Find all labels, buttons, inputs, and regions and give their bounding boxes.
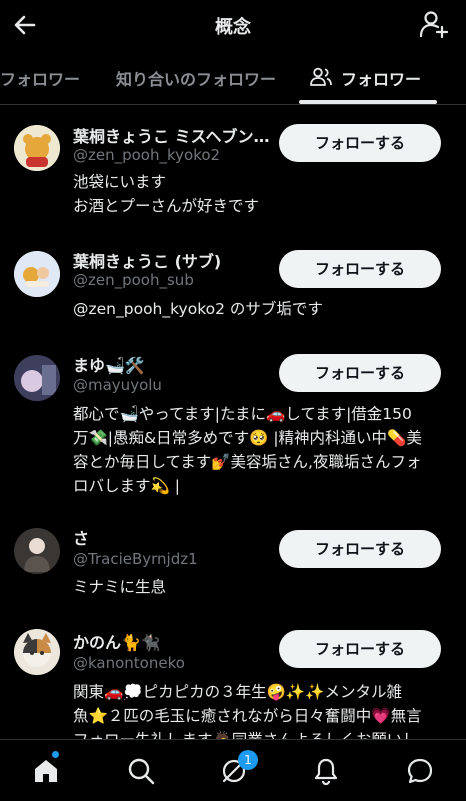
avatar[interactable]: [14, 629, 60, 675]
bio-line: ミナミに生息: [73, 578, 167, 596]
tab-followers-partial[interactable]: フォロワー: [0, 66, 80, 90]
avatar[interactable]: [14, 251, 60, 297]
add-user-icon[interactable]: [418, 8, 450, 40]
bio-line: 万💸|愚痴&日常多めです🥺 |精神内科通い中💊美: [73, 429, 422, 447]
bottom-nav: 1: [0, 739, 466, 801]
list-item[interactable]: 葉桐きょうこ ミスヘブン… @zen_pooh_kyoko2 フォローする 池袋…: [0, 105, 466, 227]
list-item[interactable]: 葉桐きょうこ (サブ) @zen_pooh_sub フォローする @zen_po…: [0, 231, 466, 335]
follow-button[interactable]: フォローする: [279, 124, 441, 162]
followers-list: 葉桐きょうこ ミスヘブン… @zen_pooh_kyoko2 フォローする 池袋…: [0, 105, 466, 739]
user-bio: @zen_pooh_kyoko2 のサブ垢です: [73, 297, 459, 321]
bio-line: 池袋にいます: [73, 173, 167, 191]
user-name: かのん🐈🐈‍⬛: [73, 633, 161, 652]
follow-button[interactable]: フォローする: [279, 630, 441, 668]
user-handle: @kanontoneko: [73, 654, 185, 672]
search-icon[interactable]: [126, 756, 156, 786]
people-icon: [310, 67, 332, 86]
tab-known-followers[interactable]: 知り合いのフォロワー: [116, 66, 276, 90]
bio-line: 関東🚗💭ピカピカの３年生🤪✨✨メンタル雑: [73, 683, 402, 701]
notification-badge: 1: [238, 750, 258, 770]
bio-line: 都心で🛁やってます|たまに🚗してます|借金150: [73, 405, 412, 423]
user-handle: @TracieByrnjdz1: [73, 550, 198, 568]
user-bio: 都心で🛁やってます|たまに🚗してます|借金150 万💸|愚痴&日常多めです🥺 |…: [73, 402, 459, 498]
user-bio: 関東🚗💭ピカピカの３年生🤪✨✨メンタル雑 魚⭐２匹の毛玉に癒されながら日々奮闘中…: [73, 680, 459, 739]
avatar[interactable]: [14, 125, 60, 171]
bio-line: 容とか毎日してます💅美容垢さん,夜職垢さんフォ: [73, 453, 422, 471]
user-name: 葉桐きょうこ (サブ): [73, 252, 222, 271]
person-avatar-icon: [14, 355, 60, 401]
avatar[interactable]: [14, 528, 60, 574]
user-handle: @mayuyolu: [73, 376, 162, 394]
bio-line: フォロー失礼します🙇同業さんよろしくお願いし: [73, 728, 459, 739]
tab-followers[interactable]: フォロワー: [341, 66, 421, 90]
user-handle: @zen_pooh_sub: [73, 271, 194, 289]
page-title: 概念: [215, 17, 251, 38]
bio-line: @zen_pooh_kyoko2 のサブ垢です: [73, 300, 323, 318]
top-bar: 概念: [0, 0, 466, 50]
list-item[interactable]: さ @TracieByrnjdz1 フォローする ミナミに生息: [0, 513, 466, 617]
list-item[interactable]: かのん🐈🐈‍⬛ @kanontoneko フォローする 関東🚗💭ピカピカの３年生…: [0, 617, 466, 739]
cat-avatar-icon: [14, 629, 60, 675]
user-name: まゆ🛁🛠️: [73, 356, 145, 375]
messages-icon[interactable]: [405, 756, 435, 786]
user-bio: 池袋にいます お酒とプーさんが好きです: [73, 170, 459, 218]
tab-bar: フォロワー 知り合いのフォロワー フォロワー: [0, 52, 466, 105]
user-name: さ: [73, 529, 90, 548]
notifications-icon[interactable]: [311, 756, 341, 786]
unread-dot: [52, 751, 59, 758]
follow-button[interactable]: フォローする: [279, 250, 441, 288]
bio-line: 魚⭐２匹の毛玉に癒されながら日々奮闘中💗無言: [73, 707, 422, 725]
bio-line: ロバします💫 |: [73, 477, 180, 495]
bio-line: お酒とプーさんが好きです: [73, 197, 260, 215]
bear-avatar-icon: [14, 251, 60, 297]
user-bio: ミナミに生息: [73, 575, 459, 599]
active-tab-indicator: [299, 100, 437, 104]
person-avatar-icon: [14, 528, 60, 574]
bear-avatar-icon: [14, 125, 60, 171]
home-icon[interactable]: [31, 756, 61, 786]
user-name: 葉桐きょうこ ミスヘブン…: [73, 127, 270, 146]
follow-button[interactable]: フォローする: [279, 354, 441, 392]
user-handle: @zen_pooh_kyoko2: [73, 146, 221, 164]
follow-button[interactable]: フォローする: [279, 530, 441, 568]
list-item[interactable]: まゆ🛁🛠️ @mayuyolu フォローする 都心で🛁やってます|たまに🚗してま…: [0, 335, 466, 513]
avatar[interactable]: [14, 355, 60, 401]
